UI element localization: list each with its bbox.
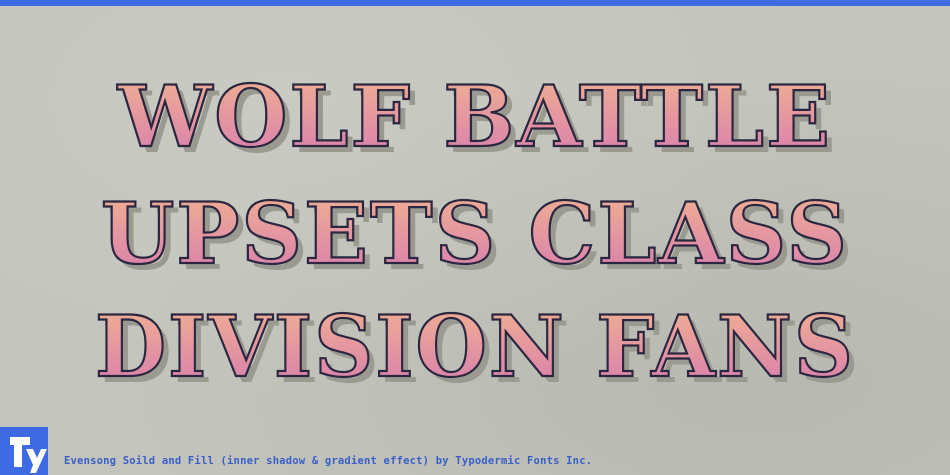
headline-line-1: WOLF BATTLE [117,67,832,166]
headline-artwork: WOLF BATTLE WOLF BATTLE UPSETS CLASS UPS… [94,66,859,402]
font-credit-caption: Evensong Soild and Fill (inner shadow & … [64,455,593,467]
headline-line-2: UPSETS CLASS [101,184,849,283]
typodermic-logo [0,427,48,475]
headline-line-3: DIVISION FANS [95,297,855,396]
